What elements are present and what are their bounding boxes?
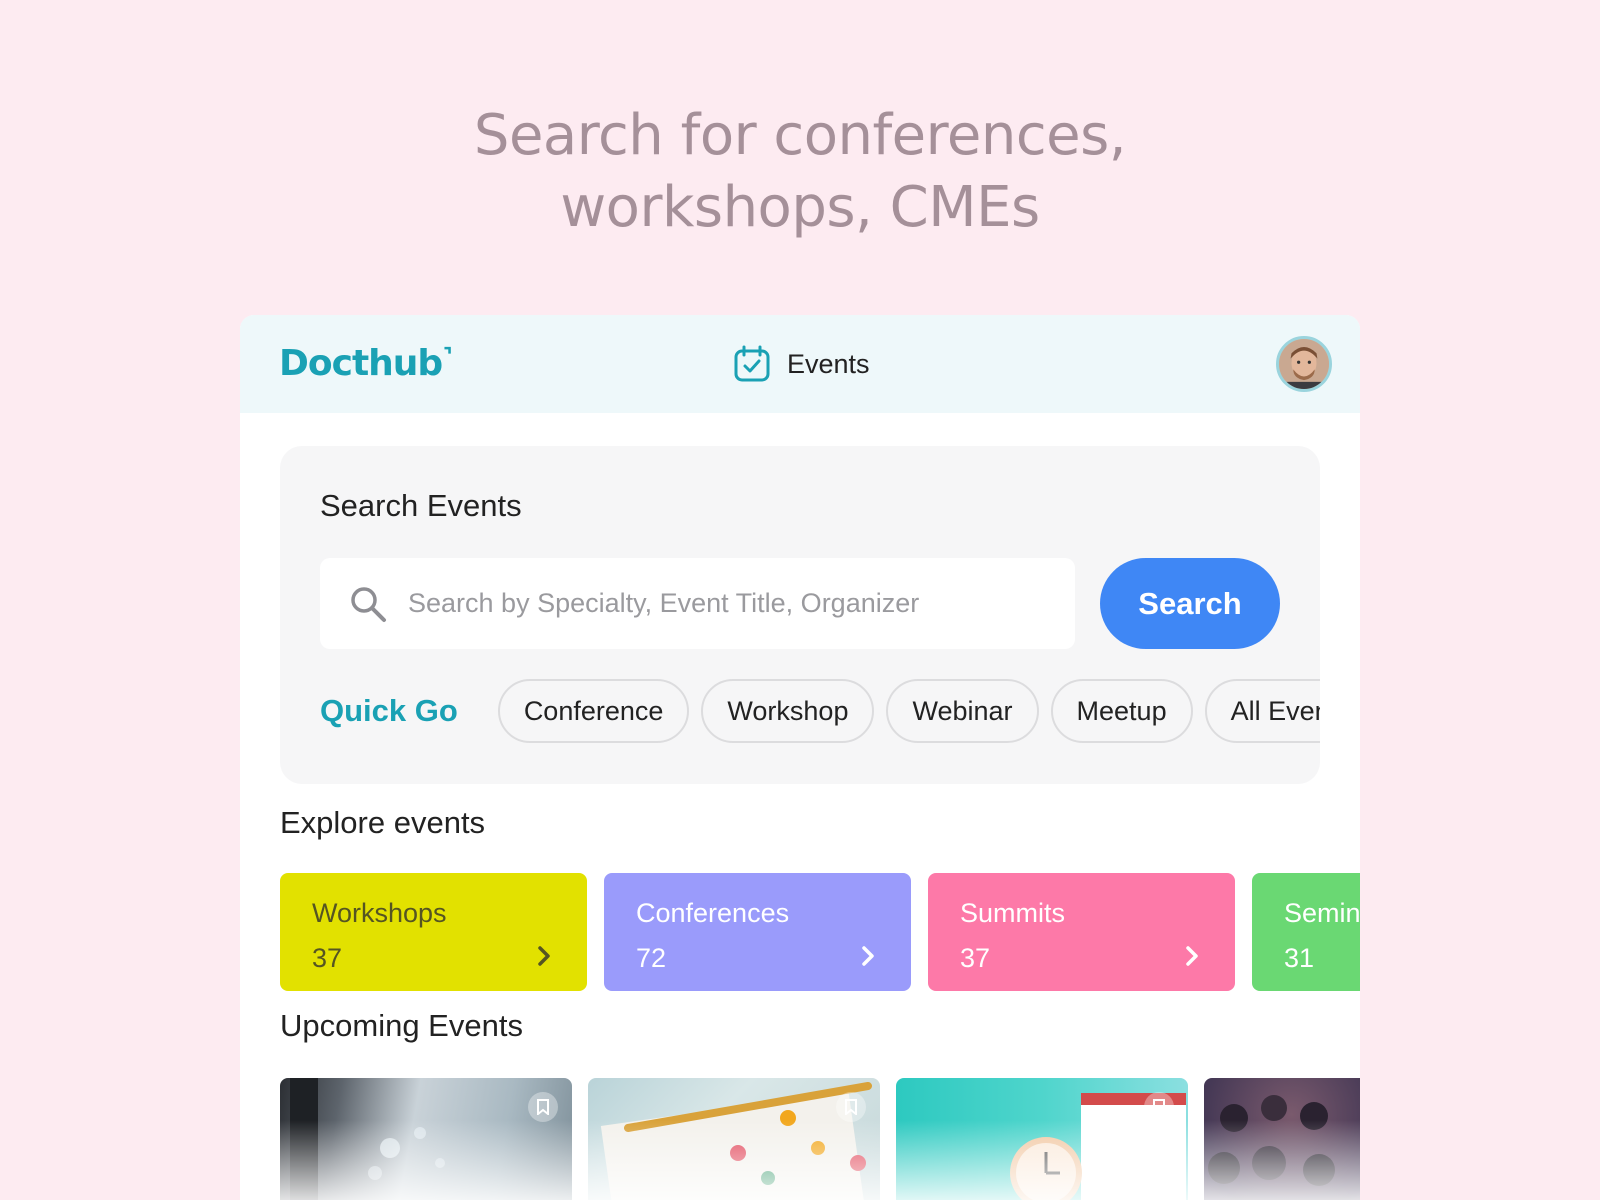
chip-conference[interactable]: Conference xyxy=(497,679,690,743)
calendar-check-icon xyxy=(734,345,770,382)
event-card[interactable] xyxy=(896,1078,1188,1200)
top-navbar: Docthub⌝ Events xyxy=(240,315,1360,413)
image-fade xyxy=(896,1120,1188,1200)
event-card[interactable] xyxy=(280,1078,572,1200)
category-name: Summits xyxy=(960,898,1066,928)
category-name: Seminars xyxy=(1284,898,1360,928)
chevron-right-icon xyxy=(862,946,874,966)
app-panel: Docthub⌝ Events Search Events Search by … xyxy=(240,315,1360,1200)
category-count: 72 xyxy=(636,943,667,973)
docthub-logo[interactable]: Docthub⌝ xyxy=(279,343,453,384)
event-card[interactable] xyxy=(1204,1078,1360,1200)
logo-text: Docthub xyxy=(279,343,443,384)
search-field[interactable] xyxy=(320,558,1075,649)
bookmark-button[interactable] xyxy=(836,1092,866,1122)
hero-heading: Search for conferences, workshops, CMEs xyxy=(0,100,1600,244)
category-count: 37 xyxy=(960,943,991,973)
chip-meetup[interactable]: Meetup xyxy=(1050,679,1193,743)
image-fade xyxy=(1204,1120,1360,1200)
chevron-right-icon xyxy=(1186,946,1198,966)
quick-go-row: Quick Go Conference Workshop Webinar Mee… xyxy=(320,679,1320,743)
bookmark-button[interactable] xyxy=(1144,1092,1174,1122)
category-card-seminars[interactable]: Seminars 31 xyxy=(1252,873,1360,991)
bookmark-icon xyxy=(1153,1099,1165,1115)
category-card-workshops[interactable]: Workshops 37 xyxy=(280,873,587,991)
category-count: 31 xyxy=(1284,943,1315,973)
search-button[interactable]: Search xyxy=(1100,558,1280,649)
search-events-title: Search Events xyxy=(320,488,522,523)
user-avatar[interactable] xyxy=(1276,336,1332,392)
avatar-image xyxy=(1279,339,1329,389)
event-card[interactable] xyxy=(588,1078,880,1200)
category-count: 37 xyxy=(312,943,343,973)
hero-line-2: workshops, CMEs xyxy=(560,175,1040,240)
search-events-card: Search Events Search Quick Go Conference… xyxy=(280,446,1320,784)
chevron-right-icon xyxy=(538,946,550,966)
search-input[interactable] xyxy=(408,588,1048,619)
chip-all-events[interactable]: All Events xyxy=(1204,679,1320,743)
logo-mark: ⌝ xyxy=(443,343,452,367)
search-icon xyxy=(351,586,386,622)
category-card-conferences[interactable]: Conferences 72 xyxy=(604,873,911,991)
category-name: Workshops xyxy=(312,898,447,928)
bookmark-button[interactable] xyxy=(528,1092,558,1122)
category-card-summits[interactable]: Summits 37 xyxy=(928,873,1235,991)
image-fade xyxy=(588,1120,880,1200)
nav-events-label: Events xyxy=(787,348,870,379)
image-fade xyxy=(280,1120,572,1200)
nav-events[interactable]: Events xyxy=(733,345,870,383)
chip-workshop[interactable]: Workshop xyxy=(701,679,875,743)
hero-line-1: Search for conferences, xyxy=(473,103,1127,168)
bookmark-icon xyxy=(845,1099,857,1115)
upcoming-events-row xyxy=(280,1078,1360,1200)
category-name: Conferences xyxy=(636,898,790,928)
explore-events-title: Explore events xyxy=(280,805,486,840)
bookmark-icon xyxy=(537,1099,549,1115)
quick-go-label: Quick Go xyxy=(320,693,458,728)
chip-webinar[interactable]: Webinar xyxy=(886,679,1039,743)
category-cards: Workshops 37 Conferences 72 Summits 37 S… xyxy=(280,873,1360,991)
upcoming-events-title: Upcoming Events xyxy=(280,1008,523,1043)
